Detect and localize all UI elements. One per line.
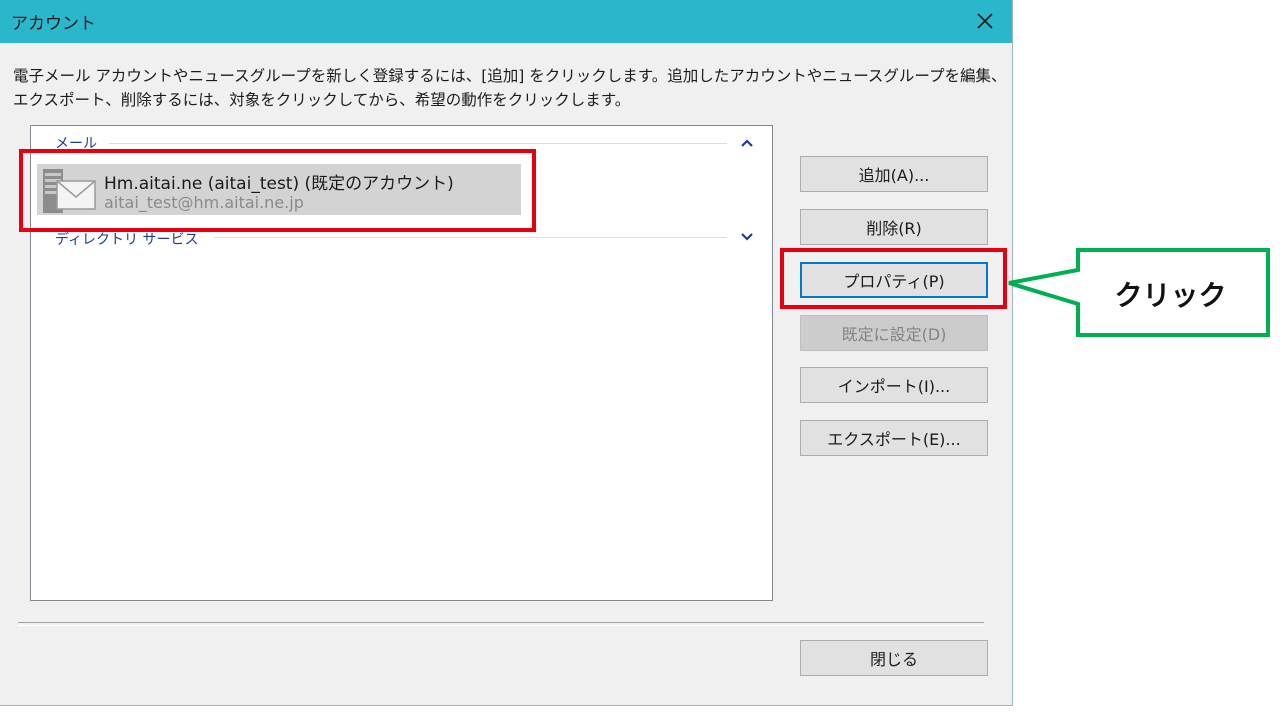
import-button[interactable]: インポート(I)... xyxy=(800,367,988,403)
group-divider xyxy=(214,237,727,238)
set-default-button: 既定に設定(D) xyxy=(800,315,988,351)
close-button[interactable]: 閉じる xyxy=(800,640,988,676)
title-bar: アカウント xyxy=(0,0,1012,43)
down-chevron-icon[interactable] xyxy=(740,230,754,244)
export-button[interactable]: エクスポート(E)... xyxy=(800,420,988,456)
window-title: アカウント xyxy=(11,14,96,34)
accounts-dialog: アカウント 電子メール アカウントやニュースグループを新しく登録するには、[追加… xyxy=(0,0,1013,706)
add-button[interactable]: 追加(A)... xyxy=(800,156,988,192)
account-highlight-box xyxy=(19,149,536,232)
callout-text: クリック xyxy=(1114,278,1227,312)
remove-button[interactable]: 削除(R) xyxy=(800,209,988,245)
group-divider xyxy=(109,143,727,144)
up-chevron-icon[interactable] xyxy=(740,136,754,150)
dialog-description: 電子メール アカウントやニュースグループを新しく登録するには、[追加] をクリッ… xyxy=(13,67,1007,109)
group-header-directory[interactable]: ディレクトリ サービス xyxy=(55,229,198,249)
properties-highlight-box xyxy=(780,248,1007,309)
footer-separator xyxy=(18,622,984,626)
close-icon[interactable] xyxy=(966,4,1004,38)
